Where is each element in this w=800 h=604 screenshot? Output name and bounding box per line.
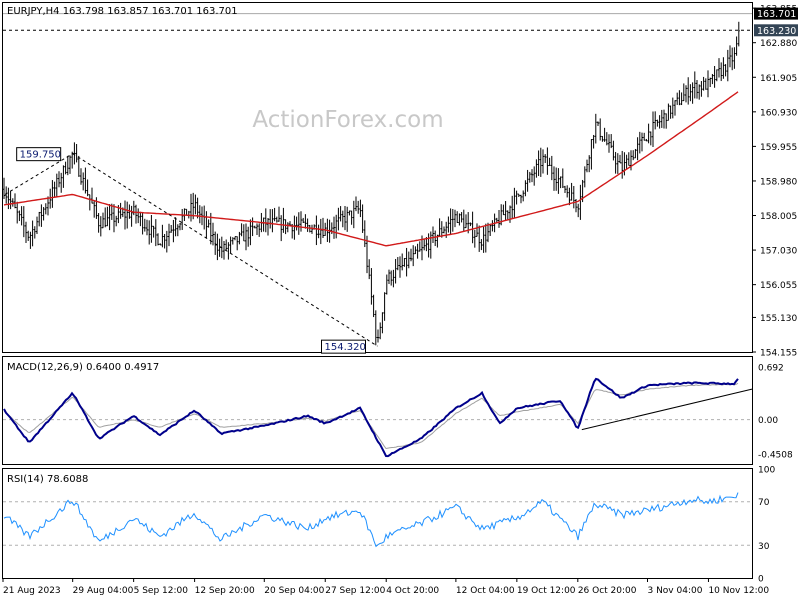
- x-tick-label: 26 Oct 20:00: [578, 586, 637, 596]
- price-y-tick-label: 155.130: [760, 314, 797, 324]
- price-tag-last: 163.701: [754, 7, 798, 20]
- price-y-tick-label: 158.005: [760, 212, 797, 222]
- price-tag-last-text: 163.701: [757, 9, 796, 20]
- x-tick-label: 5 Sep 12:00: [134, 586, 189, 596]
- price-y-tick-label: 160.930: [760, 108, 797, 118]
- x-tick-label: 27 Sep 12:00: [325, 586, 385, 596]
- rsi-y-tick-label: 0: [758, 575, 764, 585]
- price-y-tick-label: 159.955: [760, 143, 797, 153]
- x-tick-label: 21 Aug 2023: [3, 586, 61, 596]
- rsi-y-tick-label: 100: [758, 466, 775, 476]
- annotation-label: 154.320: [325, 342, 366, 353]
- macd-y-tick-label: -0.4508: [758, 451, 793, 461]
- price-y-tick-label: 156.055: [760, 281, 797, 291]
- macd-y-tick-label: 0.692: [758, 363, 784, 373]
- annotation-label: 159.750: [20, 150, 61, 161]
- x-tick-label: 12 Oct 04:00: [456, 586, 515, 596]
- price-y-tick-label: 154.155: [760, 349, 797, 359]
- price-y-tick-label: 158.980: [760, 177, 797, 187]
- x-tick-label: 12 Sep 20:00: [195, 586, 255, 596]
- chart-stage: ActionForex.com EURJPY,H4 163.798 163.85…: [0, 0, 800, 600]
- x-tick-label: 19 Oct 12:00: [517, 586, 576, 596]
- price-y-tick-label: 162.880: [760, 39, 797, 49]
- rsi-y-tick-label: 30: [758, 542, 770, 552]
- price-y-tick-label: 161.905: [760, 74, 797, 84]
- x-tick-label: 10 Nov 12:00: [708, 586, 769, 596]
- x-tick-label: 4 Oct 20:00: [386, 586, 439, 596]
- chart-svg: ActionForex.com EURJPY,H4 163.798 163.85…: [0, 0, 800, 600]
- watermark-text: ActionForex.com: [252, 107, 443, 133]
- x-tick-label: 29 Aug 04:00: [73, 586, 134, 596]
- price-tag-level-text: 163.230: [757, 26, 796, 37]
- price-y-tick-label: 157.030: [760, 247, 797, 257]
- macd-y-tick-label: 0.00: [758, 416, 778, 426]
- x-tick-label: 20 Sep 04:00: [264, 586, 324, 596]
- rsi-y-tick-label: 70: [758, 498, 770, 508]
- macd-header: MACD(12,26,9) 0.6400 0.4917: [7, 362, 159, 373]
- price-tag-level: 163.230: [754, 24, 798, 37]
- price-header: EURJPY,H4 163.798 163.857 163.701 163.70…: [7, 6, 238, 17]
- x-tick-label: 3 Nov 04:00: [647, 586, 702, 596]
- rsi-header: RSI(14) 78.6088: [7, 474, 88, 485]
